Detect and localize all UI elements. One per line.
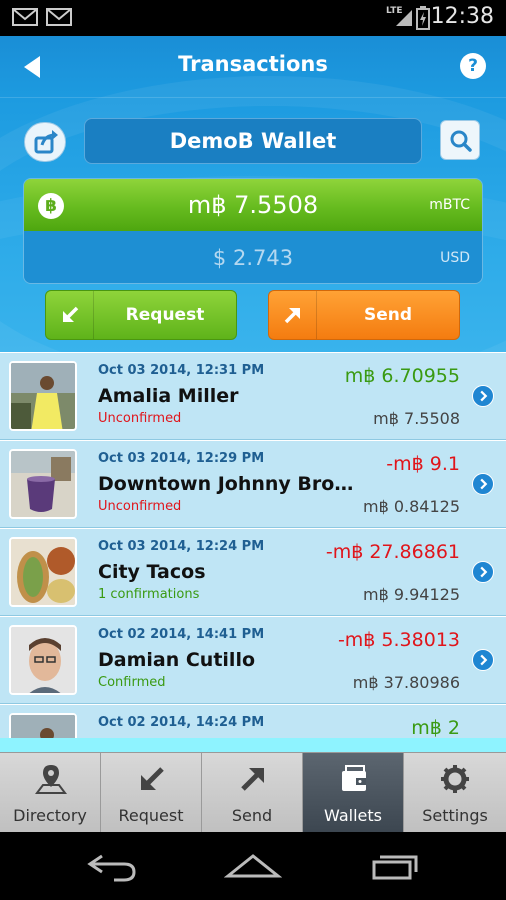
wallet-icon — [342, 765, 366, 791]
btc-balance-row: ฿ m฿ 7.5508 mBTC — [24, 179, 482, 231]
chevron-right-icon[interactable] — [472, 385, 494, 407]
clock: 12:38 — [430, 4, 494, 29]
search-button[interactable] — [440, 120, 480, 160]
arrow-up-right-icon — [284, 308, 300, 324]
wallet-name-selector[interactable]: DemoB Wallet — [84, 118, 422, 164]
transaction-row[interactable]: Oct 03 2014, 12:29 PM Downtown Johnny Br… — [0, 440, 506, 528]
transaction-name: City Tacos — [98, 561, 206, 583]
fiat-balance-row: $ 2.743 USD — [24, 231, 482, 283]
share-button[interactable] — [24, 122, 66, 162]
nav-wallets[interactable]: Wallets — [303, 753, 404, 833]
nav-label: Settings — [422, 806, 488, 825]
transaction-amount: -m฿ 5.38013 — [337, 629, 460, 651]
send-button[interactable]: Send — [268, 290, 460, 340]
transaction-date: Oct 03 2014, 12:29 PM — [98, 451, 265, 466]
transaction-row[interactable]: Oct 02 2014, 14:41 PM Damian Cutillo Con… — [0, 616, 506, 704]
search-icon — [450, 130, 472, 152]
running-balance: m฿ 0.84125 — [362, 497, 460, 516]
back-nav-icon[interactable] — [86, 852, 140, 882]
status-bar: LTE 12:38 — [0, 0, 506, 36]
transaction-amount: -m฿ 27.86861 — [325, 541, 460, 563]
request-label: Request — [125, 305, 205, 325]
nav-label: Directory — [13, 806, 87, 825]
page-title: Transactions — [178, 52, 328, 76]
wallet-header: Transactions ? DemoB Wallet ฿ m฿ 7.5508 … — [0, 36, 506, 352]
avatar — [9, 537, 77, 607]
nav-send[interactable]: Send — [202, 753, 303, 833]
nav-label: Send — [231, 806, 273, 825]
transaction-amount: m฿ 2 — [411, 717, 460, 738]
transaction-date: Oct 02 2014, 14:24 PM — [98, 715, 265, 730]
bottom-nav: Directory Request Send Wallets Settings — [0, 752, 506, 833]
transaction-amount: -m฿ 9.1 — [386, 453, 460, 475]
transaction-name: Amalia Miller — [98, 385, 239, 407]
transaction-status: Confirmed — [98, 675, 166, 690]
transaction-row[interactable]: Oct 02 2014, 14:24 PM m฿ 2 — [0, 704, 506, 738]
recents-nav-icon[interactable] — [370, 852, 420, 882]
transaction-date: Oct 03 2014, 12:31 PM — [98, 363, 265, 378]
nav-label: Request — [118, 806, 184, 825]
nav-directory[interactable]: Directory — [0, 753, 101, 833]
chevron-right-icon[interactable] — [472, 649, 494, 671]
title-bar: Transactions ? — [0, 36, 506, 98]
map-pin-icon — [35, 765, 67, 794]
btc-balance: m฿ 7.5508 — [187, 191, 319, 219]
transaction-date: Oct 03 2014, 12:24 PM — [98, 539, 265, 554]
nav-settings[interactable]: Settings — [404, 753, 506, 833]
battery-icon — [416, 6, 430, 30]
avatar — [9, 625, 77, 695]
help-button[interactable]: ? — [460, 53, 486, 79]
gmail-icon — [46, 8, 72, 26]
transaction-name: Downtown Johnny Brow… — [98, 473, 360, 495]
chevron-right-icon[interactable] — [472, 473, 494, 495]
transaction-status: 1 confirmations — [98, 587, 200, 602]
home-nav-icon[interactable] — [224, 852, 282, 882]
transaction-row[interactable]: Oct 03 2014, 12:24 PM City Tacos 1 confi… — [0, 528, 506, 616]
list-overscroll-edge — [0, 738, 506, 752]
transaction-name: Damian Cutillo — [98, 649, 256, 671]
share-icon — [34, 130, 58, 154]
system-nav-bar — [0, 832, 506, 900]
transaction-date: Oct 02 2014, 14:41 PM — [98, 627, 265, 642]
usd-balance: $ 2.743 — [212, 246, 294, 270]
arrow-up-right-icon — [241, 768, 264, 791]
arrow-down-left-icon — [141, 767, 164, 790]
nav-label: Wallets — [324, 806, 382, 825]
balance-card: ฿ m฿ 7.5508 mBTC $ 2.743 USD — [23, 178, 483, 284]
gmail-icon — [12, 8, 38, 26]
nav-request[interactable]: Request — [101, 753, 202, 833]
running-balance: m฿ 7.5508 — [373, 409, 460, 428]
avatar — [9, 449, 77, 519]
gear-icon — [441, 765, 469, 793]
running-balance: m฿ 37.80986 — [352, 673, 460, 692]
send-label: Send — [363, 305, 413, 325]
transaction-row[interactable]: Oct 03 2014, 12:31 PM Amalia Miller Unco… — [0, 352, 506, 440]
avatar — [9, 713, 77, 738]
running-balance: m฿ 9.94125 — [362, 585, 460, 604]
request-button[interactable]: Request — [45, 290, 237, 340]
transaction-status: Unconfirmed — [98, 499, 182, 514]
avatar — [9, 361, 77, 431]
transaction-list[interactable]: Oct 03 2014, 12:31 PM Amalia Miller Unco… — [0, 352, 506, 738]
transaction-status: Unconfirmed — [98, 411, 182, 426]
btc-unit[interactable]: mBTC — [429, 197, 470, 213]
chevron-right-icon[interactable] — [472, 561, 494, 583]
usd-unit[interactable]: USD — [440, 250, 470, 266]
arrow-down-left-icon — [63, 306, 79, 322]
signal-icon — [396, 10, 412, 26]
transaction-amount: m฿ 6.70955 — [344, 365, 460, 387]
